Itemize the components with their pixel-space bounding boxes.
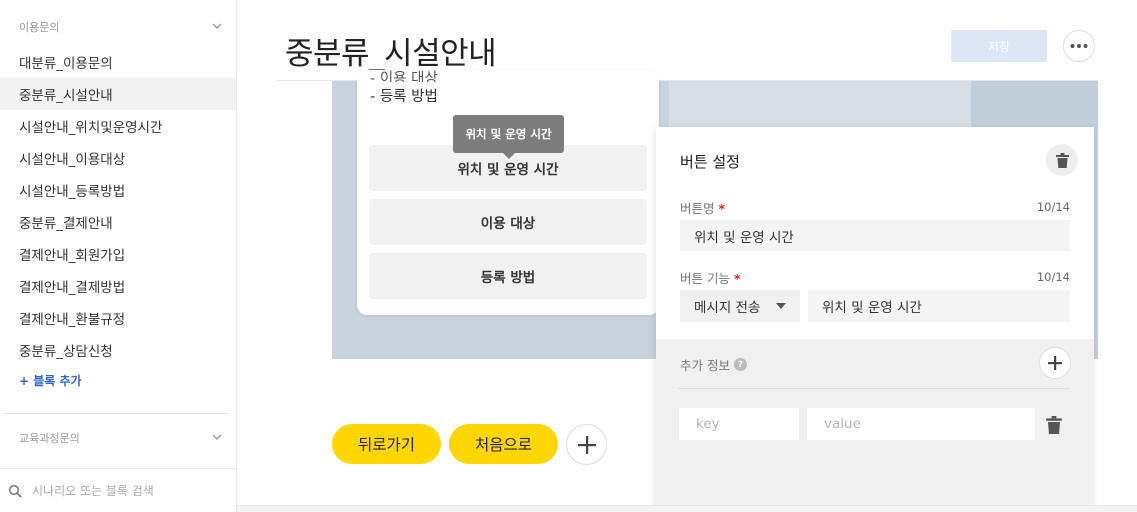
char-counter: 10/14 — [1036, 270, 1070, 284]
button-function-label: 버튼 기능 * — [680, 271, 741, 286]
sidebar-item[interactable]: 결제안내_환불규정 — [0, 302, 236, 334]
sidebar-item-label: 중분류_시설안내 — [19, 88, 113, 104]
bubble-text-line: - 등록 방법 — [370, 89, 438, 105]
sidebar-item[interactable]: 중분류_결제안내 — [0, 206, 236, 238]
add-button[interactable] — [566, 424, 607, 465]
more-horizontal-icon — [1070, 44, 1088, 48]
bubble-text-line: - 이용 대상 — [370, 71, 438, 82]
add-block-link[interactable]: + 블록 추가 — [19, 372, 82, 389]
page-title: 중분류_시설안내 — [285, 36, 497, 72]
chevron-down-icon — [212, 23, 222, 29]
sidebar-item-label: 중분류_상담신청 — [19, 344, 113, 360]
quick-reply-button[interactable]: 이용 대상 — [369, 199, 647, 245]
plus-icon — [577, 435, 596, 454]
save-button[interactable]: 저장 — [951, 30, 1047, 62]
sidebar-item-label: 시설안내_이용대상 — [19, 152, 126, 168]
sidebar-search — [0, 468, 236, 512]
tooltip-arrow — [503, 153, 515, 159]
sidebar-item[interactable]: 결제안내_회원가입 — [0, 238, 236, 270]
chevron-down-icon — [212, 434, 222, 440]
function-select[interactable]: 메시지 전송 — [680, 290, 800, 322]
sidebar-divider — [4, 413, 228, 414]
add-extra-info-button[interactable] — [1039, 347, 1071, 379]
sidebar-item-active[interactable]: 중분류_시설안내 — [0, 78, 236, 110]
sidebar-item[interactable]: 시설안내_등록방법 — [0, 174, 236, 206]
preview-card-background — [669, 81, 971, 131]
sidebar-item[interactable]: 시설안내_위치및운영시간 — [0, 110, 236, 142]
trash-icon — [1055, 152, 1069, 168]
quick-reply-button[interactable]: 등록 방법 — [369, 253, 647, 299]
home-button[interactable]: 처음으로 — [449, 424, 558, 464]
more-button[interactable] — [1063, 30, 1095, 62]
sidebar-item-label: 결제안내_결제방법 — [19, 280, 126, 296]
trash-icon[interactable] — [1046, 416, 1062, 434]
help-icon[interactable]: ? — [733, 358, 747, 371]
char-counter: 10/14 — [1036, 200, 1070, 214]
key-input[interactable] — [679, 408, 799, 440]
quick-reply-label: 위치 및 운영 시간 — [457, 162, 559, 178]
caret-down-icon — [776, 303, 786, 309]
message-bubble-card: - 이용 대상 - 등록 방법 위치 및 운영 시간 이용 대상 등록 방법 — [357, 70, 659, 315]
sidebar: 이용문의 대분류_이용문의 중분류_시설안내 시설안내_위치및운영시간 시설안내… — [0, 0, 237, 512]
search-icon — [8, 484, 22, 498]
sidebar-item-label: 대분류_이용문의 — [19, 56, 113, 72]
sidebar-item[interactable]: 시설안내_이용대상 — [0, 142, 236, 174]
button-tooltip: 위치 및 운영 시간 — [453, 115, 564, 153]
extra-info-label: 추가 정보? — [680, 355, 747, 374]
sidebar-item-label: 결제안내_회원가입 — [19, 248, 126, 264]
sidebar-item[interactable]: 대분류_이용문의 — [0, 46, 236, 78]
quick-reply-label: 이용 대상 — [480, 216, 536, 232]
group-header-inquiry[interactable]: 이용문의 — [0, 7, 237, 47]
button-name-input[interactable] — [680, 220, 1070, 251]
bottom-strip — [237, 505, 1137, 512]
value-input[interactable] — [807, 408, 1035, 440]
panel-title: 버튼 설정 — [680, 153, 740, 171]
plus-icon — [1048, 356, 1062, 370]
function-select-value: 메시지 전송 — [694, 300, 761, 316]
button-settings-panel: 버튼 설정 버튼명* 10/14 버튼 기능* 10/14 메시지 전송 추가 … — [656, 127, 1094, 512]
sidebar-item-label: 시설안내_등록방법 — [19, 184, 126, 200]
sidebar-item[interactable]: 중분류_상담신청 — [0, 334, 236, 366]
panel-pointer — [648, 152, 656, 168]
search-input[interactable] — [32, 483, 232, 498]
button-name-label: 버튼명 * — [680, 201, 726, 216]
sidebar-item-label: 중분류_결제안내 — [19, 216, 113, 232]
function-value-input[interactable] — [808, 290, 1070, 322]
sidebar-item[interactable]: 결제안내_결제방법 — [0, 270, 236, 302]
sidebar-item-label: 시설안내_위치및운영시간 — [19, 120, 163, 136]
sidebar-item-label: 결제안내_환불규정 — [19, 312, 126, 328]
back-button[interactable]: 뒤로가기 — [332, 424, 441, 464]
group-label: 교육과정문의 — [19, 432, 80, 445]
extra-info-section: 추가 정보? — [656, 339, 1094, 512]
required-mark: * — [718, 201, 726, 216]
quick-reply-label: 등록 방법 — [480, 270, 536, 286]
group-header-course[interactable]: 교육과정문의 — [0, 418, 237, 458]
extra-info-divider — [678, 388, 1070, 389]
app-root: 이용문의 대분류_이용문의 중분류_시설안내 시설안내_위치및운영시간 시설안내… — [0, 0, 1137, 512]
required-mark: * — [733, 271, 741, 286]
group-label: 이용문의 — [19, 21, 60, 34]
delete-button[interactable] — [1046, 144, 1078, 176]
